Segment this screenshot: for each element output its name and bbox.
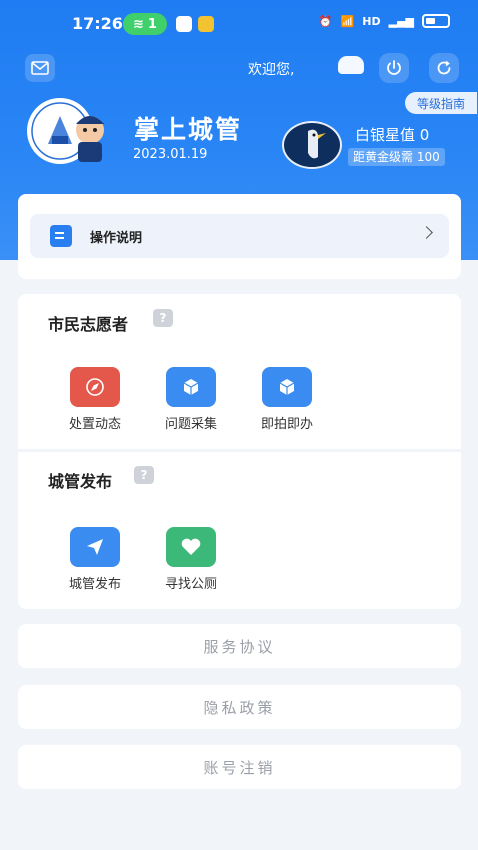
volunteer-section: 市民志愿者 ? 处置动态 问题采集 即拍即办 xyxy=(18,294,461,449)
hotspot-pill: ≋ 1 xyxy=(123,13,167,35)
tile-issue-collection[interactable]: 问题采集 xyxy=(155,367,227,432)
paper-plane-icon xyxy=(70,527,120,567)
welcome-text: 欢迎您, xyxy=(248,62,295,78)
help-icon[interactable]: ? xyxy=(153,309,173,327)
refresh-button[interactable] xyxy=(429,53,459,83)
document-icon xyxy=(50,225,72,247)
tile-label: 问题采集 xyxy=(164,417,217,432)
rank-value: 白银星值 0 xyxy=(355,126,430,144)
privacy-policy-link[interactable]: 隐私政策 xyxy=(18,685,461,729)
mail-icon xyxy=(31,61,49,75)
tile-find-toilet[interactable]: 寻找公厕 xyxy=(155,527,227,592)
hotspot-count: 1 xyxy=(147,16,157,32)
tile-disposal-updates[interactable]: 处置动态 xyxy=(59,367,131,432)
tile-label: 处置动态 xyxy=(68,417,121,432)
tile-label: 城管发布 xyxy=(68,577,121,592)
bird-icon xyxy=(308,129,326,159)
publish-section: 城管发布 ? 城管发布 寻找公厕 xyxy=(18,452,461,609)
message-button[interactable] xyxy=(25,54,55,82)
status-time: 17:26 xyxy=(72,14,123,33)
operation-guide-row[interactable]: 操作说明 xyxy=(30,214,449,258)
account-deletion-link[interactable]: 账号注销 xyxy=(18,745,461,789)
status-icons: ⏰ 📶 HD ▂▄▆ xyxy=(319,14,450,28)
operation-guide-label: 操作说明 xyxy=(90,230,143,246)
tile-snap-and-handle[interactable]: 即拍即办 xyxy=(251,367,323,432)
volunteer-title: 市民志愿者 xyxy=(48,315,129,334)
compass-icon xyxy=(70,367,120,407)
guide-card: 操作说明 xyxy=(18,194,461,279)
signal-icon: ▂▄▆ xyxy=(388,14,414,28)
tile-label: 即拍即办 xyxy=(260,417,313,432)
publish-title: 城管发布 xyxy=(48,472,113,491)
status-bar: 17:26 ≋ 1 ⏰ 📶 HD ▂▄▆ xyxy=(0,10,478,40)
wifi-icon: 📶 xyxy=(340,14,355,28)
help-icon[interactable]: ? xyxy=(134,466,154,484)
heart-icon xyxy=(166,527,216,567)
tile-label: 寻找公厕 xyxy=(164,577,217,592)
box-icon xyxy=(166,367,216,407)
hd-label: HD xyxy=(362,14,381,28)
user-avatar[interactable] xyxy=(282,121,342,169)
battery-icon xyxy=(422,14,450,28)
power-icon xyxy=(387,60,401,75)
logout-button[interactable] xyxy=(379,53,409,83)
app-notification-icon xyxy=(176,16,192,32)
app-date: 2023.01.19 xyxy=(133,147,208,162)
chevron-right-icon xyxy=(420,226,433,239)
service-agreement-link[interactable]: 服务协议 xyxy=(18,624,461,668)
hotspot-icon: ≋ xyxy=(133,16,144,32)
app-notification-icon-2 xyxy=(198,16,214,32)
username-masked xyxy=(338,56,364,74)
rank-next-badge: 距黄金级需 100 xyxy=(348,148,445,166)
refresh-icon xyxy=(437,60,451,75)
box-icon xyxy=(262,367,312,407)
app-name: 掌上城管 xyxy=(134,115,243,144)
app-logo xyxy=(26,96,116,166)
alarm-icon: ⏰ xyxy=(318,14,333,28)
tile-urban-publish[interactable]: 城管发布 xyxy=(59,527,131,592)
level-guide-button[interactable]: 等级指南 xyxy=(405,92,477,114)
